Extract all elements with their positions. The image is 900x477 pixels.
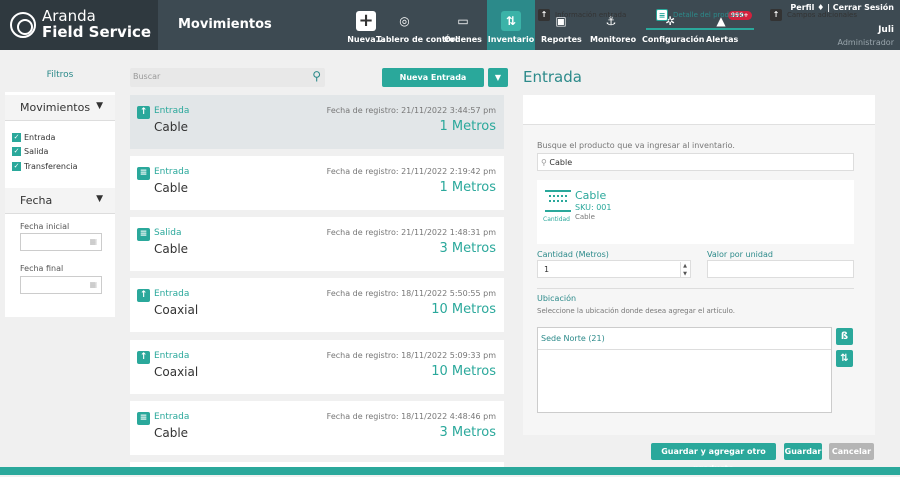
search-icon[interactable]: ⚲ — [312, 69, 321, 83]
inventory-icon: ⇅ — [501, 11, 521, 31]
fecha-final-input[interactable]: ▦ — [20, 276, 102, 294]
tab-detalle[interactable]: ≡ Detalle del producto — [646, 0, 755, 30]
ubicacion-hint: Seleccione la ubicación donde desea agre… — [537, 307, 735, 315]
movimientos-section-header[interactable]: Movimientos ▼ — [5, 95, 115, 121]
calendar-icon: ▦ — [89, 280, 97, 289]
ubicacion-list[interactable]: Sede Norte (21) — [537, 327, 832, 413]
info-icon: ↑ — [538, 9, 550, 21]
divider — [537, 288, 854, 289]
check-icon: ✓ — [12, 147, 21, 156]
chevron-down-icon: ▼ — [96, 194, 103, 204]
fecha-inicial-input[interactable]: ▦ — [20, 233, 102, 251]
product-search-hint: Busque el producto que va ingresar al in… — [537, 141, 735, 150]
filters-title: Filtros — [46, 70, 74, 80]
plus-icon: + — [356, 11, 376, 31]
cable-icon — [545, 190, 571, 212]
location-icon[interactable]: ß — [836, 328, 853, 345]
list-item[interactable]: ↑ Entrada Coaxial Fecha de registro: 18/… — [130, 340, 504, 394]
entry-icon: ≡ — [137, 167, 150, 180]
inventory-icon[interactable]: ⇅ — [836, 350, 853, 367]
page-title: Movimientos — [178, 17, 272, 32]
fecha-final-label: Fecha final — [20, 264, 64, 273]
product-name: Cable — [575, 189, 607, 202]
nav-inventory[interactable]: ⇅ Inventario — [487, 0, 535, 50]
chevron-down-icon: ▼ — [494, 73, 502, 82]
tab-informacion[interactable]: ↑ Información entrada — [538, 0, 626, 30]
check-icon: ✓ — [12, 133, 21, 142]
fields-icon: ↑ — [770, 9, 782, 21]
ubicacion-label: Ubicación — [537, 294, 577, 303]
new-entry-button[interactable]: Nueva Entrada — [382, 68, 484, 87]
fecha-inicial-label: Fecha inicial — [20, 222, 70, 231]
list-item[interactable]: ≡ Entrada Cable Fecha de registro: 18/11… — [130, 401, 504, 455]
filter-salida[interactable]: ✓ Salida — [12, 147, 48, 156]
user-name: Juli — [878, 25, 894, 35]
chevron-down-icon: ▼ — [96, 101, 103, 111]
nav-orders[interactable]: ▭ Órdenes — [444, 0, 482, 50]
cantidad-input[interactable]: 1 ▲ ▼ — [537, 260, 691, 278]
new-entry-dropdown[interactable]: ▼ — [488, 68, 508, 87]
nav-dashboard[interactable]: ◎ Tablero de control — [376, 0, 458, 50]
exit-icon: ≡ — [137, 228, 150, 241]
list-item[interactable]: ≡ Salida Cable Fecha de registro: 21/11/… — [130, 217, 504, 271]
cantidad-label: Cantidad (Metros) — [537, 250, 609, 259]
product-sku: SKU: 001 — [575, 203, 612, 212]
logo[interactable]: Aranda Field Service — [0, 0, 158, 50]
entry-icon: ↑ — [137, 351, 150, 364]
valor-input[interactable] — [707, 260, 854, 278]
filter-transferencia[interactable]: ✓ Transferencia — [12, 162, 78, 171]
search-input[interactable]: Buscar ⚲ — [130, 68, 325, 87]
detail-tabs — [523, 95, 875, 125]
entry-icon: ↑ — [137, 106, 150, 119]
stepper-icon[interactable]: ▲ ▼ — [680, 262, 689, 278]
list-item[interactable]: ↑ Entrada Coaxial Fecha de registro: 18/… — [130, 278, 504, 332]
product-search-input[interactable]: ⚲ Cable — [537, 153, 854, 171]
save-button[interactable]: Guardar — [784, 443, 822, 460]
ubicacion-item[interactable]: Sede Norte (21) — [538, 328, 831, 350]
brand-line1: Aranda — [42, 7, 96, 25]
list-item[interactable]: ≡ Entrada Cable Fecha de registro: 21/11… — [130, 156, 504, 210]
entry-icon: ↑ — [137, 289, 150, 302]
filter-entrada[interactable]: ✓ Entrada — [12, 133, 55, 142]
calendar-icon: ▦ — [89, 237, 97, 246]
entry-icon: ≡ — [137, 412, 150, 425]
orders-icon: ▭ — [457, 14, 469, 28]
tab-campos[interactable]: ↑ Campos adicionales — [770, 0, 857, 30]
logo-icon — [10, 12, 36, 38]
valor-label: Valor por unidad — [707, 250, 773, 259]
search-icon: ⚲ — [541, 158, 547, 167]
fecha-section-header[interactable]: Fecha ▼ — [5, 188, 115, 214]
check-icon: ✓ — [12, 162, 21, 171]
list-item[interactable]: ↑ Entrada Cable Fecha de registro: 21/11… — [130, 95, 504, 149]
brand-line2: Field Service — [42, 23, 152, 41]
cancel-button[interactable]: Cancelar — [829, 443, 874, 460]
product-card[interactable]: Cantidad Cable SKU: 001 Cable — [537, 180, 854, 244]
doc-icon: ≡ — [656, 9, 668, 21]
detail-title: Entrada — [523, 68, 582, 86]
save-add-button[interactable]: Guardar y agregar otro producto — [651, 443, 776, 473]
dashboard-icon: ◎ — [399, 14, 410, 28]
product-category: Cable — [575, 213, 595, 221]
footer-bar — [0, 467, 900, 475]
user-role: Administrador — [837, 38, 894, 47]
